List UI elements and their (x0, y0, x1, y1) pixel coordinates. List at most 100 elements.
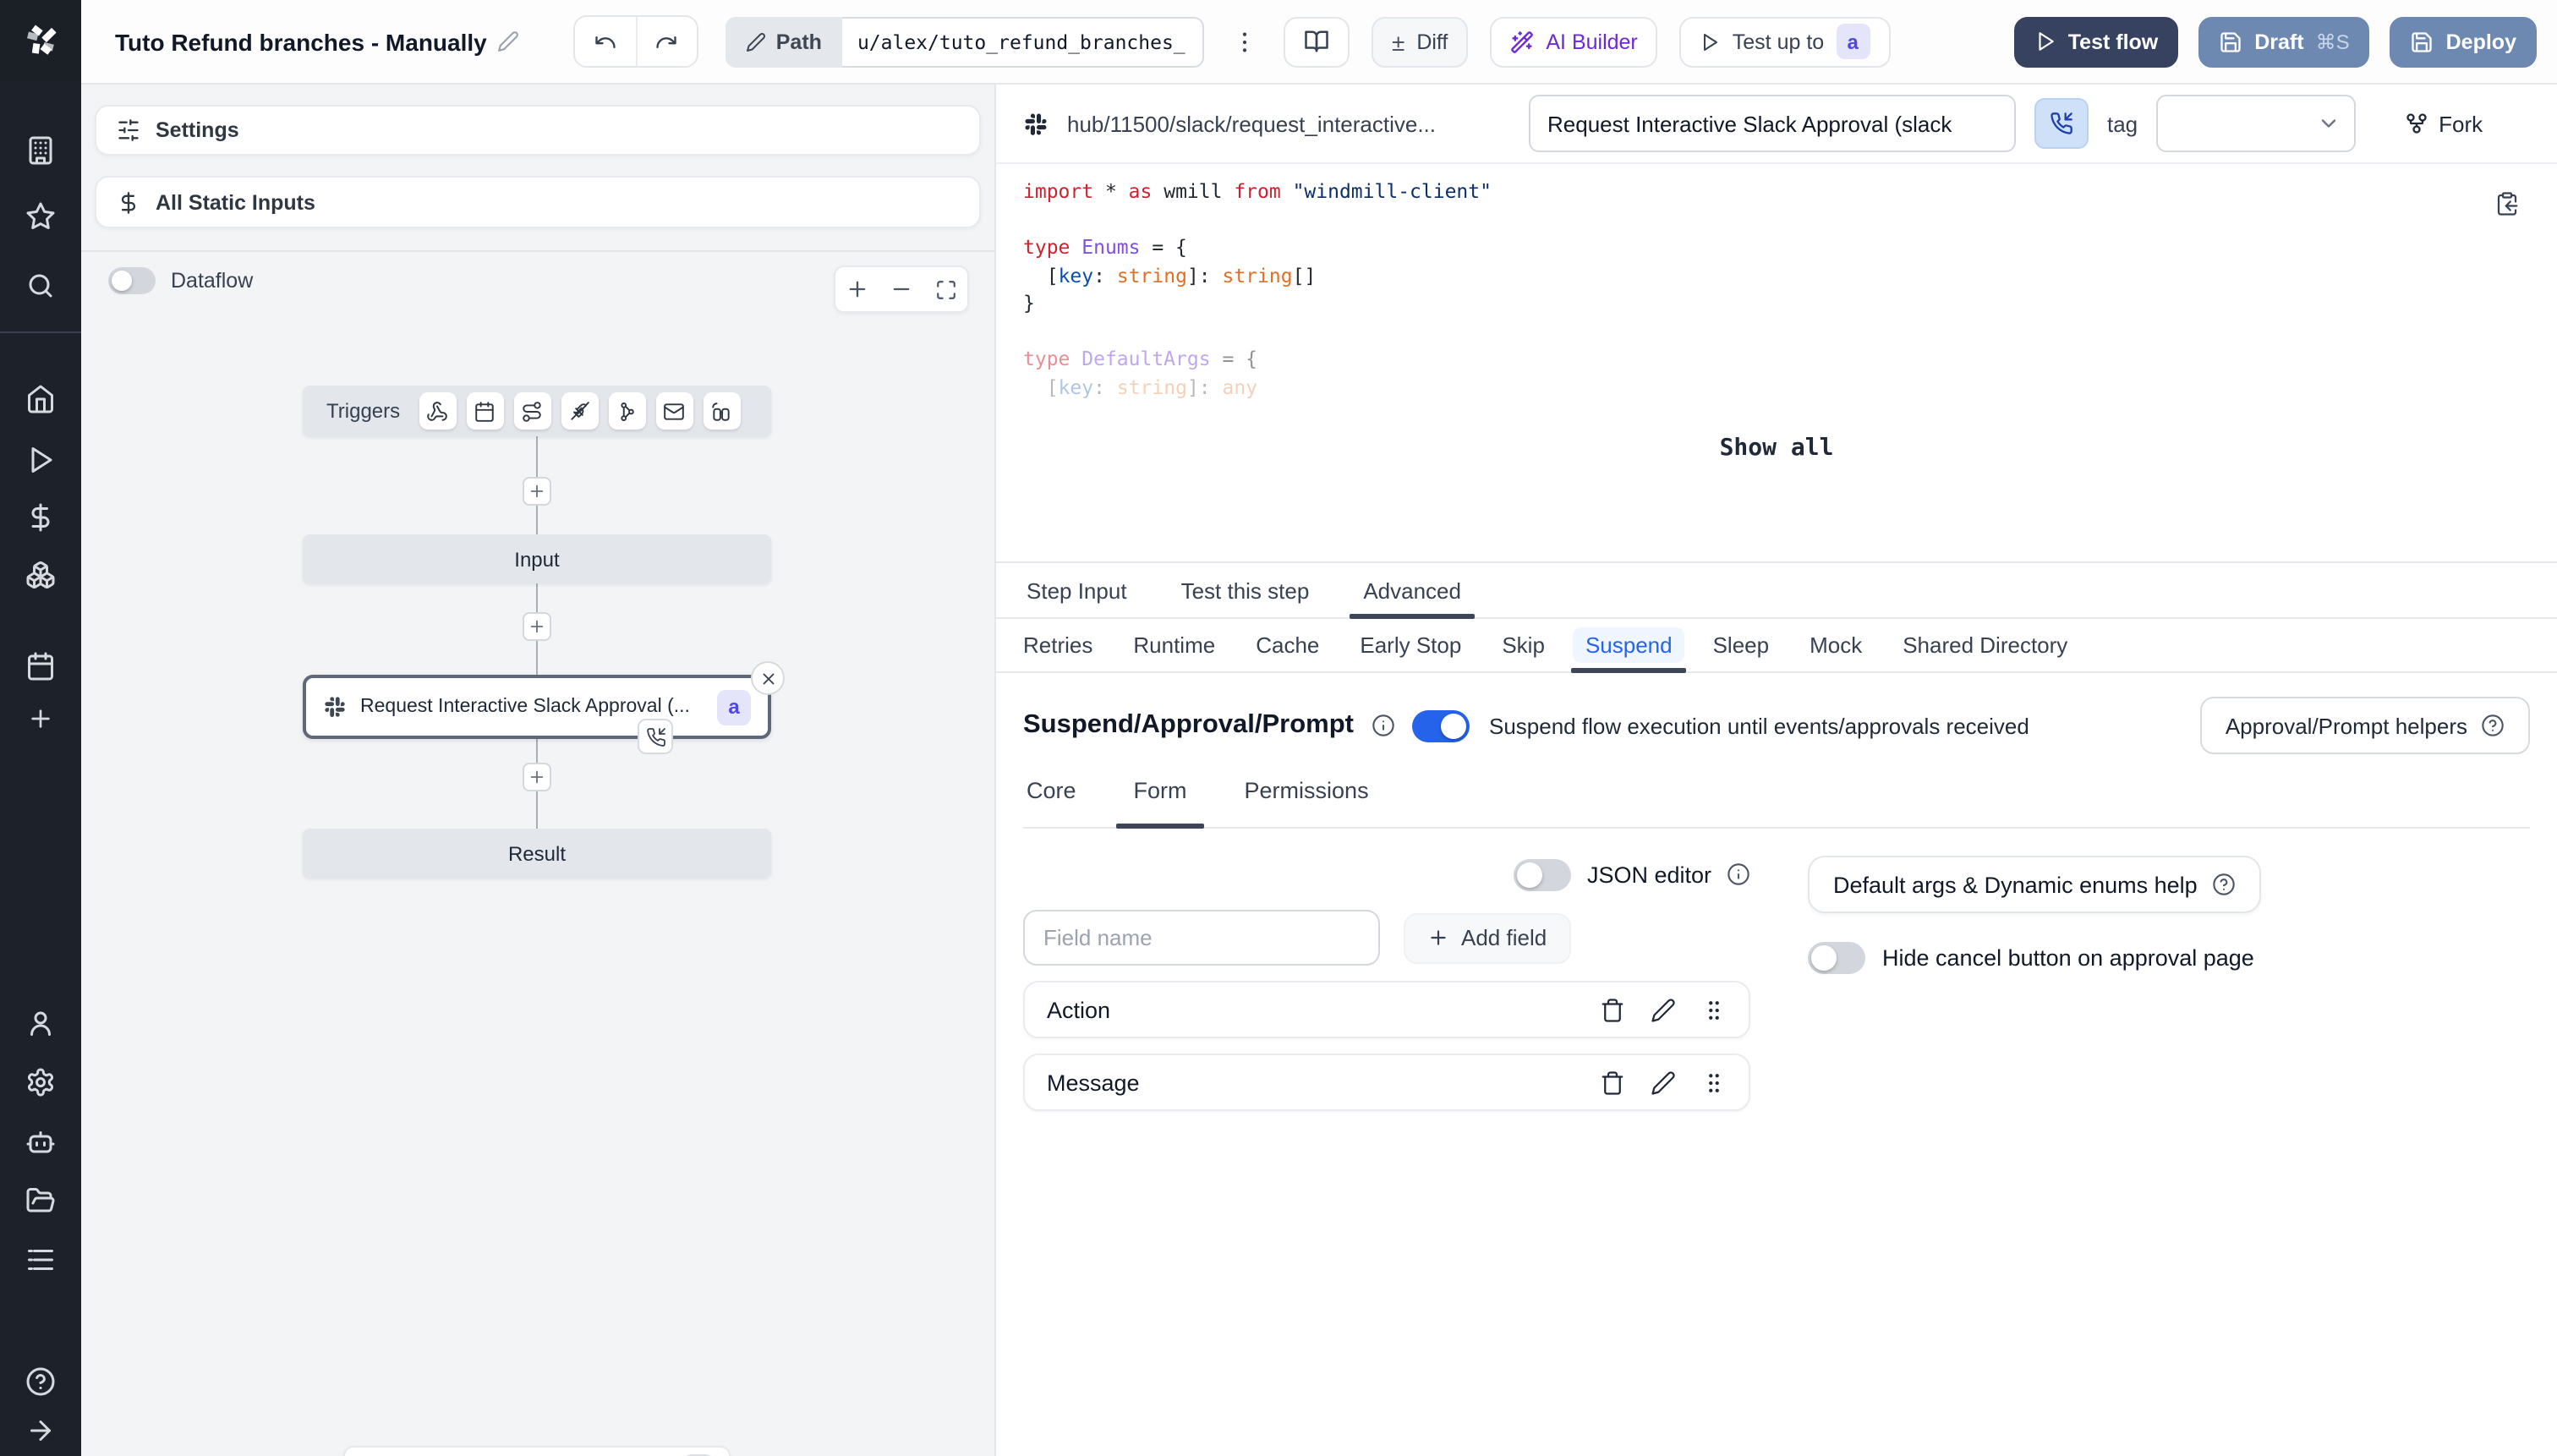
test-up-to-button[interactable]: Test up to a (1679, 16, 1891, 67)
tag-select[interactable] (2156, 95, 2357, 152)
info-icon[interactable] (1371, 714, 1394, 737)
webhook-icon[interactable] (419, 392, 457, 430)
all-static-inputs-button[interactable]: All Static Inputs (95, 176, 981, 228)
insert-step-button-top[interactable] (523, 477, 551, 506)
sidebar-item-schedules[interactable] (20, 646, 61, 687)
tab-advanced[interactable]: Advanced (1350, 563, 1475, 619)
redo-button[interactable] (635, 17, 697, 66)
hide-cancel-toggle[interactable] (1808, 942, 1865, 974)
kafka-icon[interactable] (608, 392, 646, 430)
diff-button[interactable]: ± Diff (1371, 16, 1469, 67)
add-field-button[interactable]: Add field (1404, 912, 1571, 963)
edit-field-icon[interactable] (1651, 1070, 1676, 1095)
field-name-input[interactable] (1023, 910, 1380, 966)
approval-prompt-helpers-button[interactable]: Approval/Prompt helpers (2199, 697, 2530, 754)
poll-icon[interactable] (703, 392, 741, 430)
triggers-node[interactable]: Triggers (303, 386, 771, 436)
path-button[interactable]: Path (725, 16, 842, 67)
subtab-suspend[interactable]: Suspend (1571, 619, 1687, 673)
fit-view-button[interactable] (923, 267, 967, 311)
sidebar-item-workers[interactable] (20, 1121, 61, 1162)
draft-button[interactable]: Draft ⌘S (2198, 16, 2370, 67)
zoom-in-button[interactable] (835, 267, 879, 311)
windmill-flow-editor: Tuto Refund branches - Manually Path ± D… (0, 0, 2557, 1456)
info-icon[interactable] (1727, 862, 1750, 886)
subtab-runtime[interactable]: Runtime (1133, 619, 1215, 671)
show-all-button[interactable]: Show all (996, 435, 2557, 462)
subtab-sleep[interactable]: Sleep (1713, 619, 1770, 671)
deploy-button[interactable]: Deploy (2390, 16, 2537, 67)
error-handler-node[interactable]: Error Handler (343, 1446, 731, 1456)
sidebar-item-runs[interactable] (20, 440, 61, 480)
schedule-icon[interactable] (466, 392, 504, 430)
form-field-row-action[interactable]: Action (1023, 981, 1750, 1038)
dataflow-toggle[interactable] (108, 267, 156, 294)
subtab-retries[interactable]: Retries (1023, 619, 1092, 671)
code-preview[interactable]: import * as wmill from "windmill-client"… (996, 164, 2557, 563)
suspend-indicator-button[interactable] (2034, 98, 2089, 149)
tab-permissions[interactable]: Permissions (1241, 778, 1372, 827)
tab-form[interactable]: Form (1116, 778, 1203, 829)
delete-field-icon[interactable] (1600, 997, 1625, 1022)
flow-divider (81, 250, 994, 252)
sidebar-item-variables[interactable] (20, 497, 61, 538)
step-id-badge: a (717, 689, 751, 725)
sidebar-item-folders[interactable] (20, 1180, 61, 1221)
sidebar-item-help[interactable] (20, 1361, 61, 1402)
drag-handle-icon[interactable] (1701, 1070, 1727, 1095)
hub-script-path[interactable]: hub/11500/slack/request_interactive... (1067, 111, 1510, 136)
suspend-enabled-toggle[interactable] (1411, 709, 1469, 742)
ai-builder-button[interactable]: AI Builder (1490, 16, 1658, 67)
sidebar-item-workspace[interactable] (20, 130, 61, 171)
windmill-logo[interactable] (0, 0, 81, 81)
remove-step-button[interactable] (751, 661, 785, 695)
sidebar-item-add[interactable] (20, 698, 61, 739)
dollar-icon (117, 190, 140, 214)
subtab-shared-directory[interactable]: Shared Directory (1903, 619, 2067, 671)
sidebar-item-search[interactable] (20, 265, 61, 306)
json-editor-toggle[interactable] (1514, 858, 1572, 890)
path-input[interactable] (841, 16, 1204, 67)
route-icon[interactable] (513, 392, 551, 430)
tab-test-this-step[interactable]: Test this step (1178, 563, 1313, 617)
test-flow-button[interactable]: Test flow (2013, 16, 2179, 67)
suspend-phone-badge (638, 719, 673, 754)
subtab-mock[interactable]: Mock (1810, 619, 1862, 671)
sidebar-item-favorites[interactable] (20, 196, 61, 237)
result-node[interactable]: Result (303, 829, 771, 878)
edit-title-icon[interactable] (497, 30, 519, 52)
sidebar-item-audit-logs[interactable] (20, 1240, 61, 1280)
sidebar-expand[interactable] (20, 1410, 61, 1451)
subtab-cache[interactable]: Cache (1256, 619, 1319, 671)
undo-button[interactable] (574, 17, 636, 66)
step-summary-input[interactable] (1529, 95, 2016, 152)
drag-handle-icon[interactable] (1701, 997, 1727, 1022)
flow-settings-button[interactable]: Settings (95, 105, 981, 156)
default-args-help-button[interactable]: Default args & Dynamic enums help (1808, 856, 2262, 913)
tab-step-input[interactable]: Step Input (1023, 563, 1131, 617)
zoom-out-button[interactable] (879, 267, 923, 311)
delete-field-icon[interactable] (1600, 1070, 1625, 1095)
insert-step-button-middle[interactable] (523, 612, 551, 641)
subtab-skip[interactable]: Skip (1502, 619, 1545, 671)
sidebar-item-home[interactable] (20, 379, 61, 419)
insert-step-button-bottom[interactable] (523, 763, 551, 791)
copy-code-icon[interactable] (2494, 191, 2520, 216)
subtab-early-stop[interactable]: Early Stop (1360, 619, 1461, 671)
more-menu-button[interactable] (1228, 18, 1262, 65)
form-field-row-message[interactable]: Message (1023, 1054, 1750, 1111)
fork-button[interactable]: Fork (2405, 111, 2483, 136)
websocket-icon[interactable] (561, 392, 599, 430)
sidebar-item-users[interactable] (20, 1003, 61, 1043)
suspend-toggle-description: Suspend flow execution until events/appr… (1489, 713, 2029, 738)
sidebar-item-settings[interactable] (20, 1062, 61, 1103)
sidebar-item-resources[interactable] (20, 555, 61, 595)
edit-field-icon[interactable] (1651, 997, 1676, 1022)
docs-button[interactable] (1283, 16, 1350, 67)
tab-core[interactable]: Core (1023, 778, 1080, 827)
input-node[interactable]: Input (303, 534, 771, 583)
email-icon[interactable] (655, 392, 693, 430)
step-node-slack-approval[interactable]: Request Interactive Slack Approval (... … (303, 661, 785, 754)
